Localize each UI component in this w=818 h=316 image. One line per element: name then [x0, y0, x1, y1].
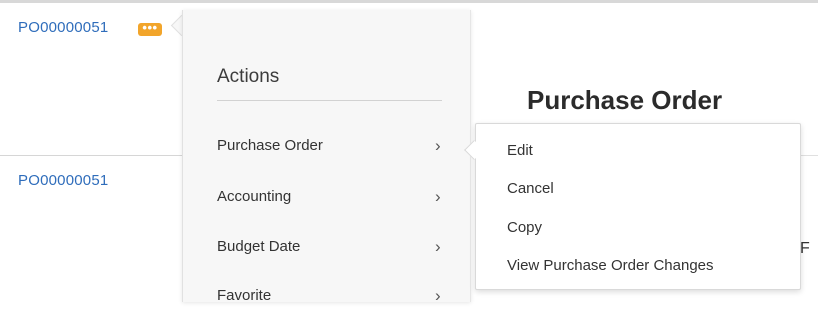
submenu-item-copy[interactable]: Copy: [476, 209, 800, 247]
menu-item-accounting[interactable]: Accounting ›: [183, 177, 470, 217]
menu-item-purchase-order[interactable]: Purchase Order ›: [183, 126, 470, 166]
actions-title: Actions: [217, 66, 280, 87]
table-row: PO00000051: [0, 156, 183, 302]
actions-divider: [217, 100, 442, 101]
submenu-item-label: View Purchase Order Changes: [507, 257, 714, 274]
menu-item-label: Accounting: [217, 188, 292, 205]
submenu-item-edit[interactable]: Edit: [476, 132, 800, 170]
ellipsis-icon: •••: [142, 19, 158, 35]
clipped-text: F: [800, 240, 810, 257]
chevron-right-icon: ›: [435, 286, 441, 305]
menu-item-budget-date[interactable]: Budget Date ›: [183, 227, 470, 267]
purchase-order-submenu: Edit Cancel Copy View Purchase Order Cha…: [475, 123, 801, 290]
submenu-item-label: Copy: [507, 219, 543, 236]
submenu-item-cancel[interactable]: Cancel: [476, 170, 800, 208]
menu-item-label: Purchase Order: [217, 137, 323, 154]
actions-panel: Actions Purchase Order › Accounting › Bu…: [182, 10, 471, 305]
chevron-right-icon: ›: [435, 136, 441, 155]
page-title: Purchase Order: [527, 85, 723, 115]
po-number-link[interactable]: PO00000051: [18, 172, 108, 189]
po-number-link[interactable]: PO00000051: [18, 19, 108, 36]
chevron-right-icon: ›: [435, 237, 441, 256]
submenu-item-label: Edit: [507, 142, 533, 159]
more-actions-button[interactable]: •••: [138, 19, 162, 36]
menu-item-label: Budget Date: [217, 238, 301, 255]
menu-item-label: Favorite: [217, 287, 272, 304]
chevron-right-icon: ›: [435, 187, 441, 206]
submenu-item-view-changes[interactable]: View Purchase Order Changes: [476, 247, 800, 285]
menu-item-favorite[interactable]: Favorite ›: [183, 276, 470, 316]
submenu-item-label: Cancel: [507, 180, 554, 197]
table-row: PO00000051 •••: [0, 3, 183, 156]
